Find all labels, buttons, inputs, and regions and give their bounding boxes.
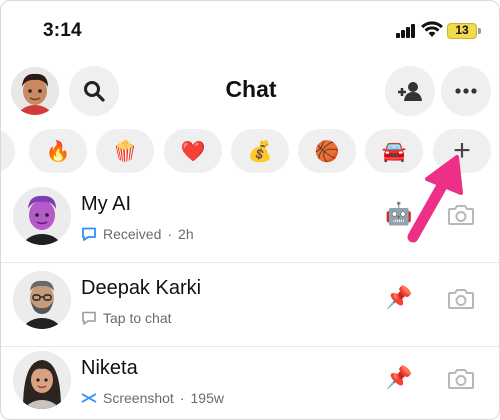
chat-status-line: Received · 2h bbox=[81, 226, 194, 242]
status-bar: 3:14 13 bbox=[1, 1, 499, 57]
add-friend-icon bbox=[398, 82, 422, 101]
more-options-button[interactable] bbox=[441, 66, 491, 116]
more-icon bbox=[455, 88, 477, 94]
wifi-icon bbox=[421, 21, 443, 37]
pin-icon: 📌 bbox=[385, 365, 413, 390]
status-time: 3:14 bbox=[43, 20, 82, 41]
avatar bbox=[13, 187, 71, 245]
my-ai-avatar-icon bbox=[13, 187, 71, 245]
chat-status-line: Tap to chat bbox=[81, 310, 172, 326]
contact-name: Deepak Karki bbox=[81, 277, 202, 299]
chat-status-line: Screenshot · 195w bbox=[81, 390, 224, 406]
camera-icon[interactable] bbox=[447, 367, 475, 391]
chat-screen: 3:14 13 Chat 🔥 🍿 ❤️ 💰 🏀 🚘 + My AI Receiv… bbox=[0, 0, 500, 420]
chip-heart[interactable]: ❤️ bbox=[164, 129, 222, 173]
chat-row-niketa[interactable]: Niketa Screenshot · 195w 📌 bbox=[1, 343, 499, 419]
pointer-arrow-icon bbox=[407, 155, 463, 243]
battery-indicator: 13 bbox=[447, 23, 481, 39]
contact-name: My AI bbox=[81, 193, 132, 215]
chat-time: 195w bbox=[190, 390, 224, 406]
chat-bubble-icon bbox=[82, 227, 96, 241]
chip-popcorn[interactable]: 🍿 bbox=[96, 129, 154, 173]
chat-status: Screenshot bbox=[103, 390, 174, 406]
chip-basketball[interactable]: 🏀 bbox=[298, 129, 356, 173]
contact-name: Niketa bbox=[81, 357, 138, 379]
separator-dot: · bbox=[167, 226, 173, 242]
avatar bbox=[13, 351, 71, 409]
chip-fire[interactable]: 🔥 bbox=[29, 129, 87, 173]
chip-partial[interactable] bbox=[1, 129, 15, 173]
avatar bbox=[13, 271, 71, 329]
camera-icon[interactable] bbox=[447, 287, 475, 311]
cellular-signal-icon bbox=[396, 24, 416, 38]
chat-row-deepak-karki[interactable]: Deepak Karki Tap to chat 📌 bbox=[1, 263, 499, 347]
bitmoji-avatar-icon bbox=[13, 271, 71, 329]
add-friend-button[interactable] bbox=[385, 66, 435, 116]
chat-status: Received bbox=[103, 226, 162, 242]
bitmoji-avatar-icon bbox=[13, 351, 71, 409]
pin-icon: 📌 bbox=[385, 285, 413, 310]
chat-bubble-outline-icon bbox=[82, 311, 96, 325]
separator-dot: · bbox=[179, 390, 185, 406]
chat-status: Tap to chat bbox=[103, 310, 172, 326]
chip-money-bag[interactable]: 💰 bbox=[231, 129, 289, 173]
screenshot-icon bbox=[81, 393, 97, 403]
chat-time: 2h bbox=[178, 226, 194, 242]
